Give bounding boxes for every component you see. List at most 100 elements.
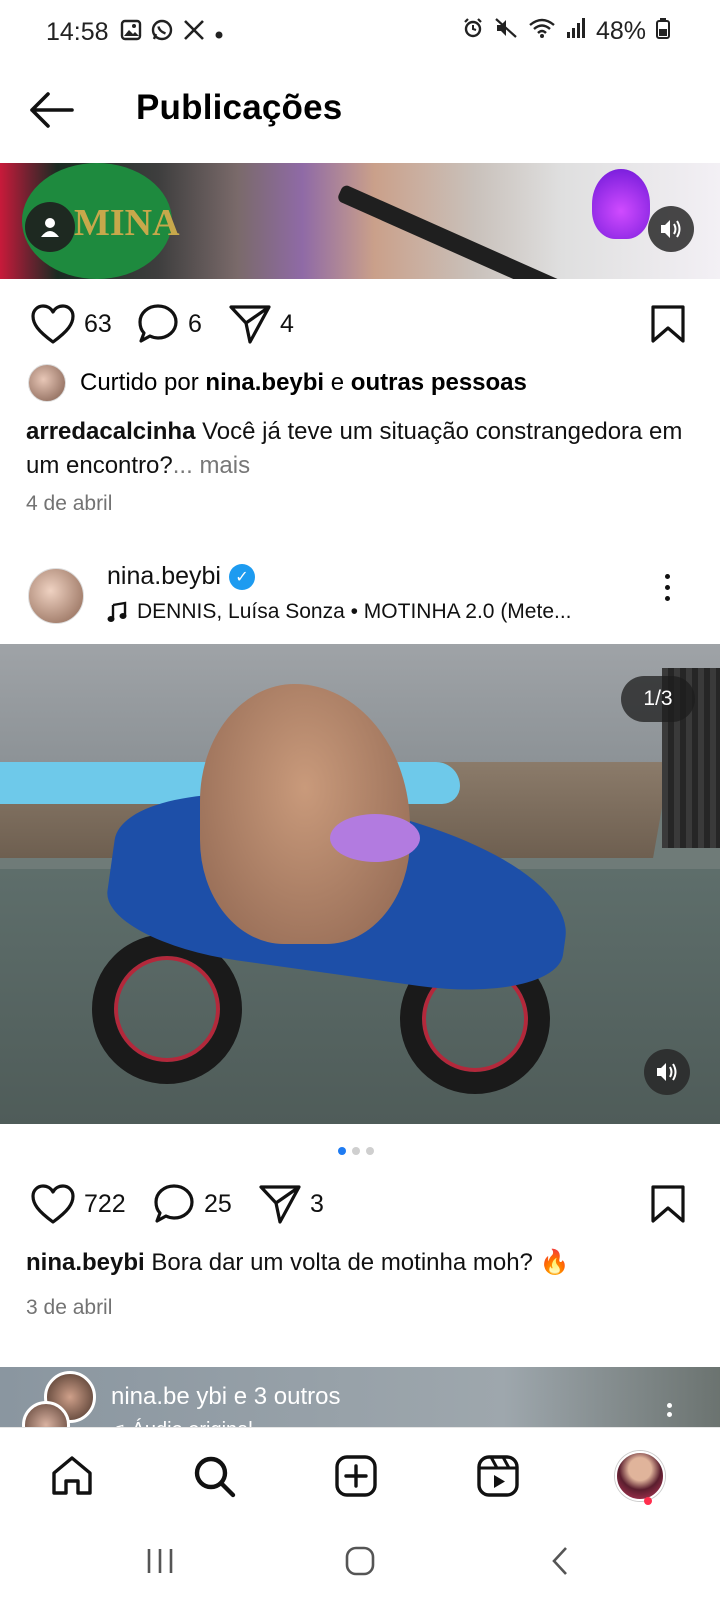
nav-create[interactable]: [326, 1446, 386, 1506]
post1-more-link[interactable]: ... mais: [173, 452, 250, 479]
nav-reels[interactable]: [468, 1446, 528, 1506]
status-bar: 14:58 48%: [0, 0, 720, 64]
notification-icons: [120, 18, 224, 48]
post2-sound-button[interactable]: [644, 1049, 690, 1095]
kebab-dot: [665, 574, 670, 579]
status-time: 14:58: [46, 18, 109, 46]
heart-icon: [31, 1184, 75, 1224]
post2-username[interactable]: nina.beybi: [107, 562, 221, 591]
arrow-left-icon: [30, 92, 74, 128]
liked-by-and: e: [330, 369, 345, 396]
post1-like-button[interactable]: 63: [30, 296, 112, 352]
post1-share-button[interactable]: 4: [228, 296, 294, 352]
comment-icon: [154, 1184, 194, 1223]
kebab-dot: [665, 596, 670, 601]
carousel-dot: [366, 1147, 374, 1155]
gallery-icon: [120, 19, 142, 47]
kebab-dot: [665, 585, 670, 590]
post2-photo[interactable]: [0, 644, 720, 1124]
post1-likes-count: 63: [84, 309, 112, 338]
liked-by-user[interactable]: nina.beybi: [205, 369, 324, 396]
post1-sound-button[interactable]: [648, 206, 694, 252]
page-title: Publicações: [136, 88, 343, 127]
post2-likes-count: 722: [84, 1189, 126, 1218]
post1-flame-logo: [592, 169, 650, 239]
heart-icon: [31, 304, 75, 344]
post3-title[interactable]: nina.be ybi e 3 outros: [111, 1383, 341, 1411]
carousel-counter: 1/3: [621, 676, 695, 722]
post1-date: 4 de abril: [26, 492, 113, 515]
post3-header[interactable]: nina.be ybi e 3 outros ♫ Áudio original: [0, 1367, 720, 1427]
system-status: 48%: [462, 17, 670, 46]
post2-date: 3 de abril: [26, 1296, 113, 1319]
nav-home[interactable]: [42, 1446, 102, 1506]
post1-author[interactable]: arredacalcinha: [26, 418, 195, 445]
post2-shares-count: 3: [310, 1189, 324, 1218]
recent-apps-icon: [147, 1549, 173, 1573]
post1-logo-text: MINA: [74, 202, 180, 244]
carousel-dot: [352, 1147, 360, 1155]
speaker-icon: [657, 1063, 677, 1081]
post2-save-button[interactable]: [650, 1184, 686, 1229]
music-note-icon: [107, 601, 127, 622]
comment-icon: [138, 304, 178, 343]
post2-share-button[interactable]: 3: [258, 1176, 324, 1232]
verified-icon: ✓: [228, 563, 255, 590]
speaker-icon: [661, 220, 681, 238]
photo-bikini: [330, 814, 420, 862]
tagged-people-button[interactable]: [25, 202, 75, 252]
carousel-dot-active: [338, 1147, 346, 1155]
wifi-icon: [528, 17, 556, 46]
liker-avatar: [28, 364, 66, 402]
post3-options-button[interactable]: [667, 1403, 672, 1408]
reels-icon: [477, 1455, 519, 1497]
notification-dot: [644, 1497, 652, 1505]
post2-caption: nina.beybi Bora dar um volta de motinha …: [26, 1246, 696, 1280]
app-header: Publicações: [0, 64, 720, 160]
post2-like-button[interactable]: 722: [30, 1176, 126, 1232]
battery-icon: [656, 17, 670, 46]
nav-profile[interactable]: [610, 1446, 670, 1506]
post2-music-text: DENNIS, Luísa Sonza • MOTINHA 2.0 (Mete.…: [137, 600, 572, 623]
post2-author[interactable]: nina.beybi: [26, 1249, 145, 1276]
liked-by-others[interactable]: outras pessoas: [351, 369, 527, 396]
post1-image-detail: [336, 183, 582, 279]
recent-apps-button[interactable]: [130, 1541, 190, 1581]
liked-by-prefix: Curtido por: [80, 369, 199, 396]
post2-music[interactable]: DENNIS, Luísa Sonza • MOTINHA 2.0 (Mete.…: [107, 600, 572, 624]
liked-by-text: Curtido por nina.beybi e outras pessoas: [80, 369, 527, 397]
post1-comment-button[interactable]: 6: [136, 296, 202, 352]
profile-avatar: [615, 1451, 665, 1501]
carousel-dots: [338, 1147, 374, 1155]
post2-options-button[interactable]: [665, 574, 670, 601]
back-system-button[interactable]: [530, 1541, 590, 1581]
post1-actions: 63 6 4: [0, 296, 720, 352]
post2-comment-button[interactable]: 25: [152, 1176, 232, 1232]
post1-caption: arredacalcinha Você já teve um situação …: [26, 415, 696, 483]
chevron-left-icon: [552, 1547, 567, 1575]
create-icon: [335, 1455, 377, 1497]
post3-subtitle: ♫ Áudio original: [111, 1419, 253, 1427]
dot-icon: [214, 20, 224, 46]
post1-liked-by[interactable]: Curtido por nina.beybi e outras pessoas: [28, 364, 527, 402]
post1-media[interactable]: MINA: [0, 163, 720, 279]
bookmark-icon: [651, 305, 685, 343]
bookmark-icon: [651, 1185, 685, 1223]
home-system-button[interactable]: [330, 1541, 390, 1581]
post1-save-button[interactable]: [650, 304, 686, 349]
home-circle-icon: [345, 1546, 375, 1576]
nav-search[interactable]: [184, 1446, 244, 1506]
post2-actions: 722 25 3: [0, 1176, 720, 1232]
send-icon: [229, 305, 271, 344]
person-icon: [41, 218, 59, 237]
post2-avatar[interactable]: [28, 568, 84, 624]
post2-comments-count: 25: [204, 1189, 232, 1218]
post1-comments-count: 6: [188, 309, 202, 338]
battery-text: 48%: [595, 17, 646, 45]
post1-shares-count: 4: [280, 309, 294, 338]
back-button[interactable]: [28, 90, 76, 130]
bottom-nav: [0, 1427, 720, 1525]
post2-username-row[interactable]: nina.beybi ✓: [107, 562, 255, 591]
post2-header: nina.beybi ✓ DENNIS, Luísa Sonza • MOTIN…: [0, 562, 720, 632]
search-icon: [194, 1456, 236, 1498]
